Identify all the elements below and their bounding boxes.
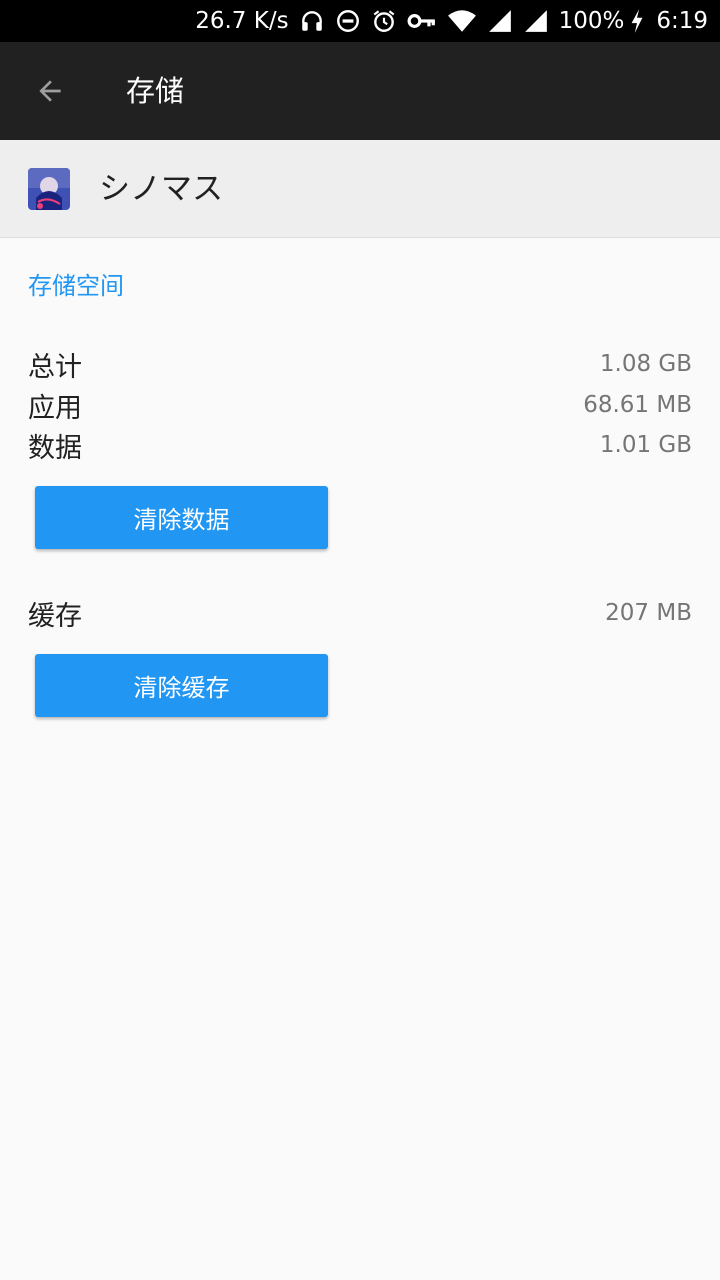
storage-row-total: 总计 1.08 GB bbox=[28, 344, 692, 384]
battery-level: 100% bbox=[558, 8, 625, 34]
cache-label: 缓存 bbox=[28, 600, 82, 632]
storage-row-data: 数据 1.01 GB bbox=[28, 425, 692, 465]
clear-cache-button[interactable]: 清除缓存 bbox=[35, 654, 328, 717]
page-title: 存储 bbox=[126, 74, 185, 108]
row-value: 1.01 GB bbox=[599, 432, 692, 458]
section-title-storage: 存储空间 bbox=[28, 272, 124, 300]
charging-icon bbox=[628, 8, 646, 34]
row-value: 1.08 GB bbox=[599, 351, 692, 377]
storage-row-app: 应用 68.61 MB bbox=[28, 385, 692, 425]
vpn-key-icon bbox=[407, 8, 437, 34]
wifi-icon bbox=[447, 8, 477, 34]
network-speed: 26.7 K/s bbox=[195, 8, 289, 34]
toolbar: 存储 bbox=[0, 42, 720, 140]
clear-data-button[interactable]: 清除数据 bbox=[35, 486, 328, 549]
dnd-icon bbox=[335, 8, 361, 34]
row-label: 总计 bbox=[28, 351, 82, 383]
arrow-back-icon[interactable] bbox=[26, 67, 74, 115]
signal-icon-2 bbox=[523, 8, 549, 34]
headphones-icon bbox=[299, 8, 325, 34]
clock-time: 6:19 bbox=[656, 8, 708, 34]
cache-value: 207 MB bbox=[605, 600, 692, 626]
app-name: シノマス bbox=[99, 171, 223, 207]
app-header: シノマス bbox=[0, 140, 720, 238]
alarm-icon bbox=[371, 8, 397, 34]
app-icon bbox=[28, 168, 70, 210]
row-label: 数据 bbox=[28, 432, 82, 464]
signal-icon bbox=[487, 8, 513, 34]
cache-row: 缓存 207 MB bbox=[28, 593, 692, 633]
row-label: 应用 bbox=[28, 392, 82, 424]
row-value: 68.61 MB bbox=[583, 392, 692, 418]
status-bar: 26.7 K/s 100% 6:19 bbox=[0, 0, 720, 42]
